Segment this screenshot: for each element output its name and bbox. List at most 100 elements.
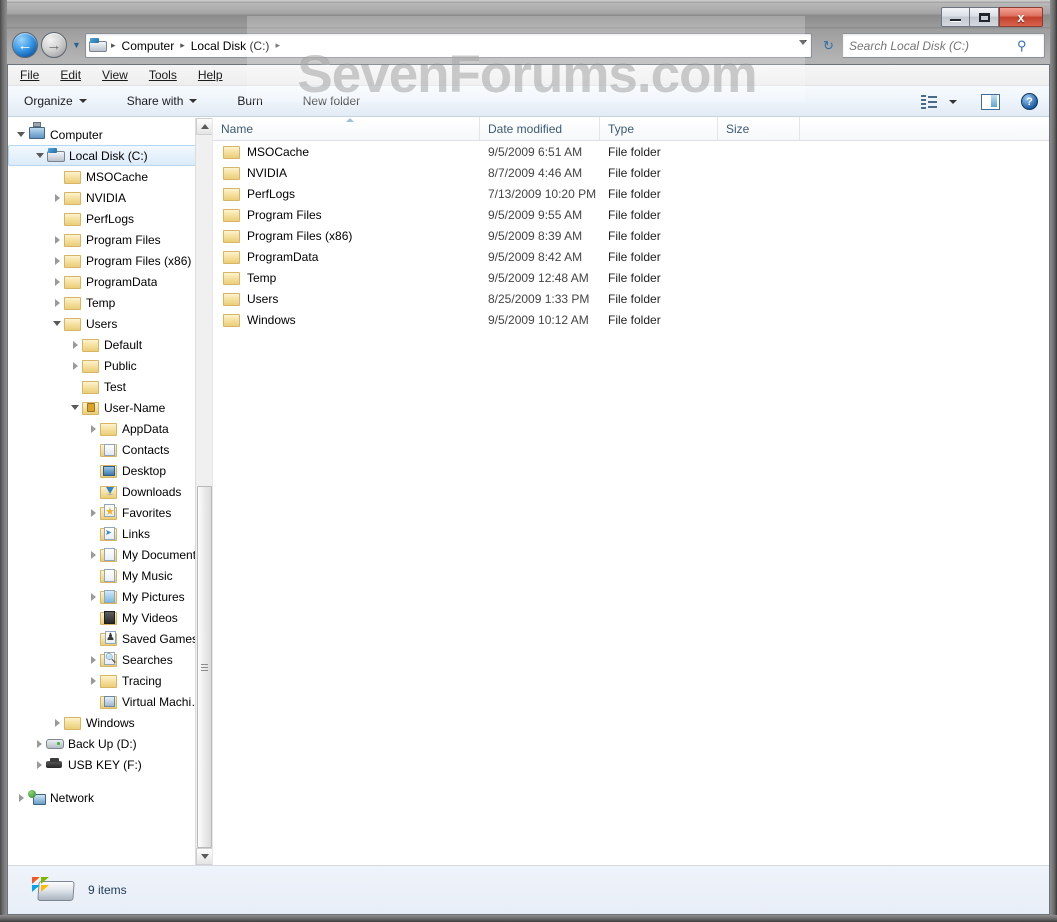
file-row[interactable]: Program Files9/5/2009 9:55 AMFile folder (213, 204, 1049, 225)
back-button[interactable]: ← (12, 32, 38, 58)
column-header-type[interactable]: Type (600, 117, 718, 140)
change-view-button[interactable] (918, 92, 940, 112)
tree-item-program-files[interactable]: Program Files (8, 229, 212, 250)
scrollbar-thumb[interactable] (197, 486, 212, 848)
expand-arrow-icon[interactable] (50, 278, 64, 286)
new-folder-button[interactable]: New folder (294, 90, 369, 112)
forward-button[interactable]: → (41, 32, 67, 58)
file-row[interactable]: Windows9/5/2009 10:12 AMFile folder (213, 309, 1049, 330)
file-row[interactable]: NVIDIA8/7/2009 4:46 AMFile folder (213, 162, 1049, 183)
tree-item-nvidia[interactable]: NVIDIA (8, 187, 212, 208)
tree-item-desktop[interactable]: Desktop (8, 460, 212, 481)
expand-arrow-icon[interactable] (68, 341, 82, 349)
collapse-arrow-icon[interactable] (33, 153, 47, 158)
expand-arrow-icon[interactable] (86, 656, 100, 664)
file-row[interactable]: Program Files (x86)9/5/2009 8:39 AMFile … (213, 225, 1049, 246)
expand-arrow-icon[interactable] (86, 551, 100, 559)
file-list-pane[interactable]: NameDate modifiedTypeSize MSOCache9/5/20… (213, 118, 1049, 865)
tree-item-my-music[interactable]: My Music (8, 565, 212, 586)
tree-item-programdata[interactable]: ProgramData (8, 271, 212, 292)
search-icon[interactable]: ⚲ (1017, 38, 1027, 54)
tree-item-favorites[interactable]: Favorites (8, 502, 212, 523)
breadcrumb-address-box[interactable]: ▸ Computer ▸ Local Disk (C:) ▸ (85, 33, 812, 58)
file-row[interactable]: Users8/25/2009 1:33 PMFile folder (213, 288, 1049, 309)
collapse-arrow-icon[interactable] (50, 321, 64, 326)
tree-item-my-pictures[interactable]: My Pictures (8, 586, 212, 607)
tree-item-virtual-machines[interactable]: Virtual Machines (8, 691, 212, 712)
tree-item-computer[interactable]: Computer (8, 124, 212, 145)
tree-item-appdata[interactable]: AppData (8, 418, 212, 439)
scroll-down-button[interactable] (196, 848, 213, 865)
tree-item-links[interactable]: Links (8, 523, 212, 544)
expand-arrow-icon[interactable] (68, 362, 82, 370)
tree-item-temp[interactable]: Temp (8, 292, 212, 313)
tree-item-program-files-x86[interactable]: Program Files (x86) (8, 250, 212, 271)
tree-item-msocache[interactable]: MSOCache (8, 166, 212, 187)
tree-item-default[interactable]: Default (8, 334, 212, 355)
breadcrumb-separator-end[interactable]: ▸ (273, 40, 282, 51)
maximize-button[interactable] (970, 7, 999, 27)
menu-view[interactable]: View (102, 68, 128, 82)
file-row[interactable]: Temp9/5/2009 12:48 AMFile folder (213, 267, 1049, 288)
menu-edit[interactable]: Edit (60, 68, 81, 82)
refresh-button[interactable]: ↻ (817, 34, 840, 57)
tree-item-usb-key-f[interactable]: USB KEY (F:) (8, 754, 212, 775)
tree-item-test[interactable]: Test (8, 376, 212, 397)
tree-item-perflogs[interactable]: PerfLogs (8, 208, 212, 229)
tree-item-searches[interactable]: Searches (8, 649, 212, 670)
collapse-arrow-icon[interactable] (14, 132, 28, 137)
help-button[interactable]: ? (1018, 90, 1041, 113)
expand-arrow-icon[interactable] (50, 257, 64, 265)
expand-arrow-icon[interactable] (50, 236, 64, 244)
column-header-date-modified[interactable]: Date modified (480, 117, 600, 140)
search-input[interactable] (843, 38, 1015, 54)
tree-item-public[interactable]: Public (8, 355, 212, 376)
expand-arrow-icon[interactable] (86, 509, 100, 517)
tree-item-my-videos[interactable]: My Videos (8, 607, 212, 628)
collapse-arrow-icon[interactable] (68, 405, 82, 410)
address-dropdown-icon[interactable] (799, 40, 807, 45)
menu-file[interactable]: File (20, 68, 39, 82)
breadcrumb-computer[interactable]: Computer (118, 37, 179, 55)
column-header-name[interactable]: Name (213, 117, 480, 140)
navigation-pane[interactable]: ComputerLocal Disk (C:)MSOCacheNVIDIAPer… (8, 118, 213, 865)
file-row[interactable]: MSOCache9/5/2009 6:51 AMFile folder (213, 141, 1049, 162)
tree-item-saved-games[interactable]: Saved Games (8, 628, 212, 649)
organize-button[interactable]: Organize (15, 90, 96, 112)
burn-button[interactable]: Burn (228, 90, 271, 112)
expand-arrow-icon[interactable] (50, 719, 64, 727)
expand-arrow-icon[interactable] (86, 677, 100, 685)
tree-item-tracing[interactable]: Tracing (8, 670, 212, 691)
expand-arrow-icon[interactable] (86, 593, 100, 601)
tree-item-users[interactable]: Users (8, 313, 212, 334)
column-header-size[interactable]: Size (718, 117, 800, 140)
file-row[interactable]: ProgramData9/5/2009 8:42 AMFile folder (213, 246, 1049, 267)
tree-item-contacts[interactable]: Contacts (8, 439, 212, 460)
recent-pages-dropdown[interactable]: ▼ (72, 40, 81, 50)
share-with-button[interactable]: Share with (118, 90, 207, 112)
minimize-button[interactable] (941, 7, 970, 27)
navigation-scrollbar[interactable] (195, 118, 212, 865)
expand-arrow-icon[interactable] (50, 194, 64, 202)
tree-item-local-disk-c[interactable]: Local Disk (C:) (8, 145, 210, 166)
close-button[interactable]: x (999, 7, 1043, 27)
expand-arrow-icon[interactable] (32, 740, 46, 748)
window-edge-right[interactable] (1050, 0, 1057, 922)
menu-tools[interactable]: Tools (149, 68, 177, 82)
file-row[interactable]: PerfLogs7/13/2009 10:20 PMFile folder (213, 183, 1049, 204)
search-box[interactable]: ⚲ (843, 33, 1045, 58)
tree-item-windows[interactable]: Windows (8, 712, 212, 733)
tree-item-my-documents[interactable]: My Documents (8, 544, 212, 565)
title-bar[interactable]: x (7, 3, 1050, 27)
tree-item-network[interactable]: Network (8, 787, 212, 808)
preview-pane-button[interactable] (978, 91, 1002, 112)
expand-arrow-icon[interactable] (50, 299, 64, 307)
tree-item-downloads[interactable]: Downloads (8, 481, 212, 502)
change-view-dropdown[interactable] (946, 97, 960, 107)
window-edge-left[interactable] (0, 0, 7, 922)
expand-arrow-icon[interactable] (14, 794, 28, 802)
menu-help[interactable]: Help (198, 68, 223, 82)
scroll-up-button[interactable] (196, 118, 213, 135)
expand-arrow-icon[interactable] (86, 425, 100, 433)
window-edge-bottom[interactable] (0, 915, 1057, 922)
